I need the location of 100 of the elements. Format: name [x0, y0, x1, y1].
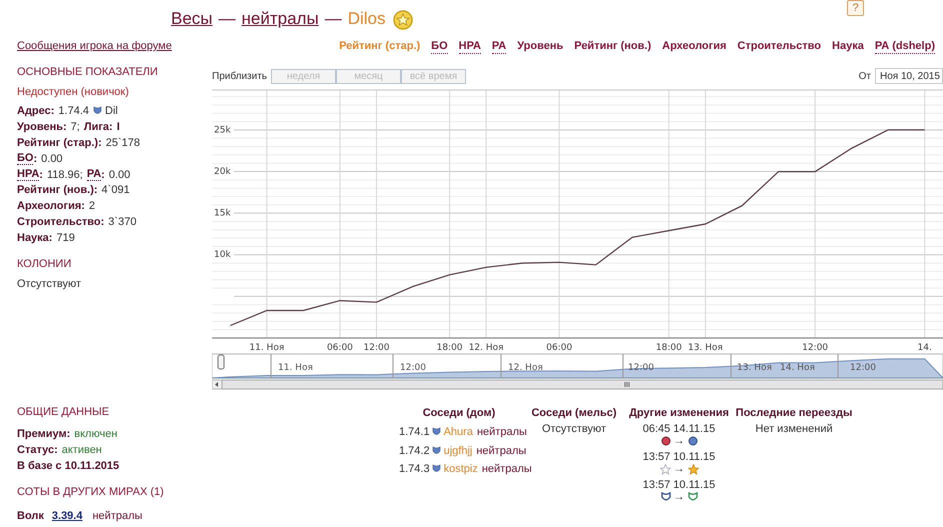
stat-value: 4`091 — [102, 184, 130, 196]
x-axis-label: 14. — [918, 343, 932, 353]
navigator-label: 14. Ноя — [780, 363, 815, 373]
star-icon — [660, 464, 670, 474]
colonies-text: Отсутствуют — [17, 278, 82, 290]
navigator-label: 13. Ноя — [737, 363, 772, 373]
forum-link[interactable]: Сообщения игрока на форуме — [17, 40, 212, 52]
info-label: Статус: — [17, 444, 58, 456]
x-axis-label: 13. Ноя — [688, 343, 723, 353]
star-icon — [688, 464, 698, 474]
x-axis-label: 12:00 — [364, 343, 390, 353]
chart-tab[interactable]: БО — [431, 40, 448, 54]
column-header: Последние переезды — [736, 407, 852, 419]
chart-tab[interactable]: Уровень — [517, 40, 564, 53]
faction-text: нейтралы — [92, 510, 142, 522]
stat-label: : — [101, 168, 105, 180]
stat-label: Уровень: — [17, 120, 67, 133]
mels-text: Отсутствуют — [542, 423, 606, 435]
stat-value: 118.96; — [46, 168, 83, 180]
x-axis-label: 18:00 — [436, 343, 463, 353]
planet-icon — [660, 436, 670, 446]
player-name: Dilos — [348, 9, 386, 29]
neighbor-address: 1.74.2 — [399, 444, 430, 457]
chart-tab[interactable]: НРА — [458, 40, 481, 54]
y-axis-label: 20k — [214, 167, 231, 178]
y-axis-label: 25k — [214, 125, 231, 136]
stat-label: Адрес: — [17, 104, 54, 117]
section-title: КОЛОНИИ — [17, 258, 72, 270]
neighbor-address: 1.74.3 — [399, 463, 430, 476]
chart-tab[interactable]: Археология — [662, 40, 726, 53]
address-link[interactable]: 3.39.4 — [52, 510, 82, 522]
x-axis-label: 06:00 — [326, 343, 353, 353]
race-emblem-icon — [432, 446, 441, 456]
stat-value: 719 — [56, 232, 75, 244]
title-link[interactable]: нейтралы — [242, 9, 319, 29]
stat-value: 2 — [88, 200, 96, 212]
race-emblem-icon — [432, 427, 441, 438]
navigator-label: 12. Ноя — [508, 363, 543, 373]
x-axis-label: 12. Ноя — [468, 343, 504, 353]
title-separator: — — [324, 9, 342, 29]
scrollbar[interactable] — [212, 380, 943, 390]
stat-abbreviation[interactable]: БО — [17, 152, 34, 165]
stat-label: Наука: — [17, 232, 52, 244]
info-value: включен — [74, 428, 118, 440]
neighbor-faction: нейтралы — [482, 463, 532, 476]
arrow-text: → — [674, 491, 684, 503]
info-label: Премиум: — [17, 428, 70, 440]
navigator-label: 12:00 — [400, 363, 426, 373]
arrow-text: → — [674, 435, 684, 447]
stat-value: 0.00 — [41, 152, 63, 165]
stat-value: 1.74.4 — [58, 104, 89, 117]
navigator-label: 11. Ноя — [278, 363, 313, 373]
chart-tab[interactable]: Строительство — [737, 40, 822, 53]
status-text: Недоступен (новичок) — [17, 86, 130, 98]
chart-tab[interactable]: РА — [492, 40, 506, 54]
zoom-label: Приблизить — [212, 70, 267, 82]
y-axis-label: 15k — [214, 208, 231, 219]
arrow-text: → — [674, 463, 684, 475]
neighbor-address: 1.74.1 — [399, 426, 430, 438]
x-axis-label: 12:00 — [802, 343, 828, 353]
stat-value: Dil — [105, 104, 118, 117]
chart-tab[interactable]: Рейтинг (нов.) — [574, 40, 652, 53]
range-handle[interactable] — [218, 354, 224, 370]
stat-value: 3`370 — [108, 216, 136, 228]
planet-icon — [688, 436, 698, 446]
change-time: 13:57 10.11.15 — [642, 451, 716, 463]
navigator-label: 12:00 — [628, 363, 654, 373]
stat-label: Строительство: — [17, 216, 104, 228]
chart-tab[interactable]: РА (dshelp) — [874, 40, 935, 54]
world-name: Волк — [17, 510, 44, 522]
date-field[interactable]: Ноя 10, 2015 — [875, 68, 943, 84]
title-separator: — — [218, 9, 236, 29]
section-title: ОБЩИЕ ДАННЫЕ — [17, 406, 110, 418]
info-value: активен — [62, 444, 102, 456]
chart-tab[interactable]: Наука — [832, 40, 864, 53]
stat-label: Рейтинг (нов.): — [17, 184, 98, 196]
race-emblem-icon — [93, 106, 102, 116]
stat-label: Лига: — [84, 120, 113, 133]
x-axis-label: 11. Ноя — [249, 343, 284, 353]
section-title: ОСНОВНЫЕ ПОКАЗАТЕЛИ — [17, 66, 159, 78]
neighbor-faction: нейтралы — [476, 444, 526, 457]
section-title: СОТЫ В ДРУГИХ МИРАХ (1) — [17, 486, 165, 498]
column-header: Другие изменения — [629, 407, 729, 419]
x-axis-label: 06:00 — [546, 343, 572, 353]
change-time: 13:57 10.11.15 — [642, 479, 716, 491]
x-axis-label: 18:00 — [656, 343, 682, 353]
moves-text: Нет изменений — [755, 423, 833, 435]
stat-abbreviation[interactable]: НРА — [17, 168, 40, 180]
stat-abbreviation[interactable]: РА — [86, 168, 102, 180]
from-label: От — [858, 70, 871, 82]
stat-value: 0.00 — [108, 168, 130, 180]
stat-label: I — [116, 120, 120, 133]
change-time: 06:45 14.11.15 — [642, 423, 716, 435]
star-medal-icon — [392, 8, 414, 30]
column-header: Соседи (мельс) — [531, 407, 616, 419]
y-axis-label: 10k — [214, 250, 231, 260]
neighbor-faction: нейтралы — [476, 426, 527, 438]
title-link[interactable]: Весы — [171, 9, 213, 29]
stat-value: 7; — [70, 120, 80, 133]
column-header: Соседи (дом) — [422, 407, 496, 419]
